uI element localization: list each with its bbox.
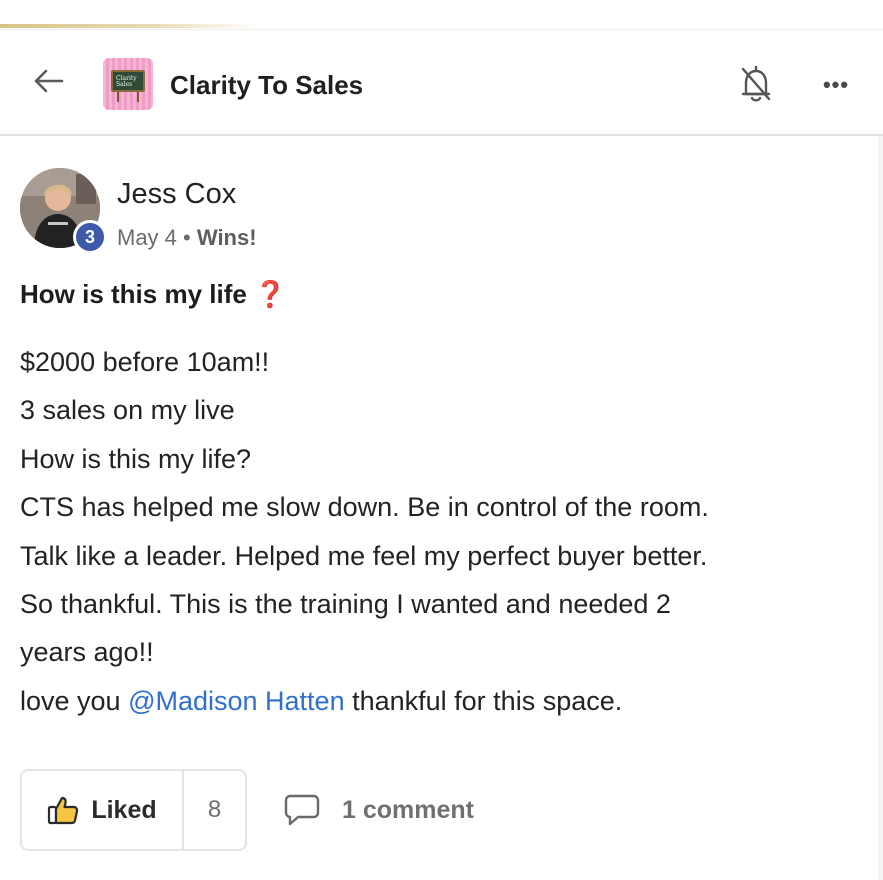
post-body-line: 3 sales on my live xyxy=(20,395,235,426)
comment-button[interactable]: 1 comment xyxy=(284,790,474,830)
question-mark-icon: ❓ xyxy=(254,279,287,309)
group-logo[interactable]: Clarity Sales xyxy=(103,58,153,110)
post-body-line: $2000 before 10am!! xyxy=(20,347,270,377)
comment-icon xyxy=(284,794,320,826)
back-button[interactable] xyxy=(30,66,66,96)
reaction-bar: Liked 8 xyxy=(20,769,247,851)
arrow-left-icon xyxy=(34,69,64,93)
like-label: Liked xyxy=(91,795,157,824)
more-horizontal-icon: ••• xyxy=(822,72,850,97)
group-header: Clarity Sales Clarity To Sales ••• xyxy=(0,30,883,136)
post-body-line: CTS has helped me slow down. Be in contr… xyxy=(20,492,709,523)
more-options-button[interactable]: ••• xyxy=(816,72,856,97)
chalkboard-icon: Clarity Sales xyxy=(111,70,145,92)
gold-accent-line xyxy=(0,24,260,28)
bell-off-icon xyxy=(741,65,771,102)
like-button[interactable]: Liked xyxy=(22,771,184,849)
thumbs-up-icon xyxy=(48,796,79,825)
notification-toggle-button[interactable] xyxy=(737,62,775,106)
user-mention-link[interactable]: @Madison Hatten xyxy=(128,686,345,716)
post-meta: May 4 • Wins! xyxy=(117,225,257,251)
scroll-edge xyxy=(878,136,883,880)
author-name[interactable]: Jess Cox xyxy=(117,178,236,211)
post-body-line: Talk like a leader. Helped me feel my pe… xyxy=(20,540,708,571)
comment-count-label: 1 comment xyxy=(342,795,474,824)
post-category[interactable]: Wins! xyxy=(197,225,257,250)
post-date: May 4 xyxy=(117,225,177,250)
post-body-line: So thankful. This is the training I want… xyxy=(20,588,671,619)
post-body-text: thankful for this space. xyxy=(344,685,623,716)
post-body-line: How is this my life? xyxy=(20,443,252,474)
like-count[interactable]: 8 xyxy=(184,771,245,849)
post-title: How is this my life ❓ xyxy=(20,279,286,310)
meta-separator: • xyxy=(183,225,191,250)
logo-text: Clarity Sales xyxy=(116,75,137,88)
post-title-text: How is this my life xyxy=(20,279,247,309)
post-body-line: love you @Madison Hatten thankful for th… xyxy=(20,677,870,725)
post-body-text: love you xyxy=(20,685,129,716)
top-strip xyxy=(0,0,883,30)
post-body-line: years ago!! xyxy=(20,637,154,668)
post-body: $2000 before 10am!! 3 sales on my live H… xyxy=(20,338,870,725)
group-name[interactable]: Clarity To Sales xyxy=(170,70,363,101)
level-badge: 3 xyxy=(73,220,107,254)
